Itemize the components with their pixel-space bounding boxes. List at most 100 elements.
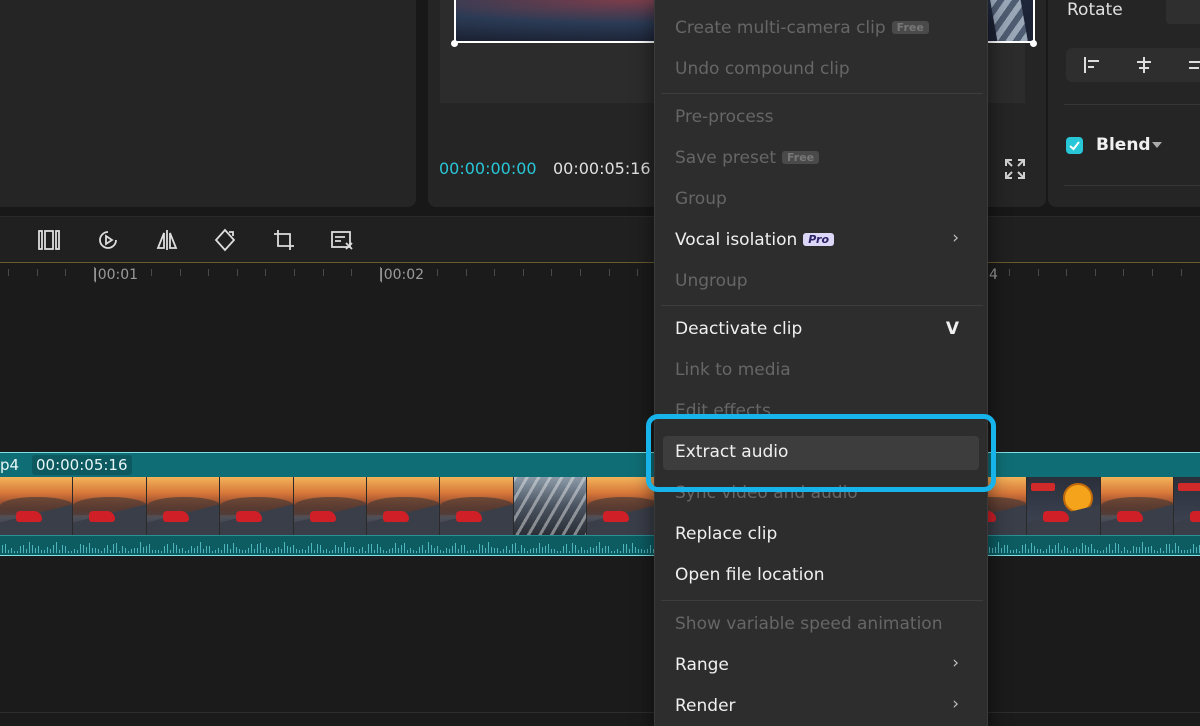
align-toolbar	[1066, 48, 1200, 82]
clip-thumbnail	[1100, 477, 1175, 535]
freeze-frame-icon[interactable]	[37, 228, 61, 252]
ruler-tick	[151, 269, 152, 276]
clip-thumbnail	[220, 477, 294, 535]
menu-item-vocal-isolation[interactable]: Vocal isolation Pro ›	[675, 228, 969, 250]
mirror-icon[interactable]	[155, 228, 179, 252]
ruler-tick	[179, 269, 181, 276]
clip-thumbnail	[587, 477, 661, 535]
menu-item-group[interactable]: Group	[675, 189, 727, 209]
menu-item-label: Create multi-camera clip	[675, 18, 886, 38]
menu-item-pre-process[interactable]: Pre-process	[675, 107, 774, 127]
submenu-arrow-icon: ›	[952, 653, 959, 673]
clip-thumbnail	[0, 477, 74, 535]
ruler-tick	[294, 269, 295, 276]
track-divider	[0, 712, 1200, 713]
pro-badge: Pro	[803, 233, 835, 246]
submenu-arrow-icon: ›	[952, 694, 959, 714]
align-right-icon[interactable]	[1186, 55, 1200, 75]
ruler-tick	[265, 269, 267, 276]
shortcut-key: V	[945, 319, 959, 339]
video-clip[interactable]: p4 00:00:05:16	[0, 452, 1200, 556]
menu-item-save-preset[interactable]: Save preset Free	[675, 148, 820, 168]
clip-thumbnail	[1027, 477, 1101, 535]
menu-item-sync-video-and-audio[interactable]: Sync video and audio	[675, 483, 858, 503]
menu-separator	[661, 600, 983, 601]
clip-thumbnail	[513, 477, 588, 535]
menu-item-label: Show variable speed animation	[675, 614, 943, 634]
ruler-tick	[65, 269, 67, 276]
ruler-tick	[1123, 269, 1125, 276]
rotate-icon[interactable]	[213, 228, 237, 252]
ruler-label: 4	[989, 267, 998, 283]
ruler-label: |00:02	[379, 267, 425, 283]
ruler-tick	[522, 269, 524, 276]
menu-item-ungroup[interactable]: Ungroup	[675, 271, 748, 291]
ruler-tick	[1180, 269, 1182, 276]
ruler-tick	[1066, 269, 1068, 276]
panel-divider	[1064, 185, 1200, 186]
menu-item-link-to-media[interactable]: Link to media	[675, 360, 791, 380]
menu-item-show-variable-speed-animation[interactable]: Show variable speed animation	[675, 614, 942, 634]
resize-handle-bottom-left[interactable]	[451, 40, 458, 47]
ruler-tick	[608, 269, 610, 276]
menu-item-label: Save preset	[675, 148, 776, 168]
remove-background-icon[interactable]	[330, 228, 354, 252]
align-center-icon[interactable]	[1134, 55, 1154, 75]
crop-icon[interactable]	[272, 228, 296, 252]
rotate-input[interactable]	[1166, 0, 1200, 24]
ruler-tick	[465, 269, 467, 276]
menu-item-label: Replace clip	[675, 524, 778, 544]
ruler-tick	[208, 269, 210, 276]
ruler-tick	[1152, 269, 1153, 276]
blend-label: Blend	[1096, 135, 1151, 155]
ruler-tick	[8, 269, 9, 276]
menu-item-create-multi-camera-clip[interactable]: Create multi-camera clip Free	[675, 18, 929, 38]
menu-item-label: Pre-process	[675, 107, 774, 127]
context-menu: Create multi-camera clip Free Undo compou…	[654, 0, 988, 726]
menu-item-render[interactable]: Render ›	[675, 694, 969, 716]
menu-item-label: Sync video and audio	[675, 483, 858, 503]
fullscreen-icon[interactable]	[1004, 158, 1026, 180]
ruler-tick	[551, 269, 553, 276]
menu-item-open-file-location[interactable]: Open file location	[675, 565, 825, 585]
menu-item-replace-clip[interactable]: Replace clip	[675, 524, 777, 544]
free-badge: Free	[781, 151, 820, 164]
menu-item-label: Extract audio	[675, 442, 789, 462]
reverse-icon[interactable]	[96, 228, 120, 252]
panel-divider	[1064, 104, 1200, 105]
ruler-tick	[1037, 269, 1039, 276]
blend-checkbox[interactable]	[1066, 137, 1083, 154]
menu-item-label: Ungroup	[675, 271, 748, 291]
menu-item-label: Edit effects	[675, 401, 771, 421]
preview-stripe	[987, 0, 1029, 41]
ruler-tick	[580, 269, 581, 276]
ruler-tick	[322, 269, 324, 276]
media-panel	[0, 0, 416, 207]
properties-panel: Rotate Blend	[1048, 0, 1200, 207]
ruler-tick	[36, 269, 38, 276]
clip-thumbnail	[146, 477, 221, 535]
menu-separator	[661, 93, 983, 94]
menu-item-label: Render	[675, 696, 736, 716]
clip-thumbnails	[0, 477, 1200, 535]
menu-item-edit-effects[interactable]: Edit effects	[675, 401, 771, 421]
menu-item-label: Open file location	[675, 565, 825, 585]
ruler-tick	[1094, 269, 1096, 276]
menu-item-label: Link to media	[675, 360, 791, 380]
free-badge: Free	[891, 21, 929, 34]
menu-item-label: Group	[675, 189, 727, 209]
menu-item-deactivate-clip[interactable]: Deactivate clip V	[675, 319, 969, 339]
check-icon	[1069, 141, 1080, 151]
menu-item-extract-audio[interactable]: Extract audio	[675, 442, 788, 462]
align-left-icon[interactable]	[1082, 55, 1102, 75]
ruler-tick	[236, 269, 238, 276]
ruler-tick	[437, 269, 438, 276]
menu-item-undo-compound-clip[interactable]: Undo compound clip	[675, 59, 850, 79]
clip-thumbnail	[293, 477, 367, 535]
rotate-label: Rotate	[1067, 0, 1123, 20]
blend-dropdown-caret-icon[interactable]	[1152, 142, 1162, 148]
menu-item-range[interactable]: Range ›	[675, 653, 969, 675]
resize-handle-bottom-right[interactable]	[1030, 40, 1037, 47]
menu-item-label: Deactivate clip	[675, 319, 803, 339]
ruler-tick	[1009, 269, 1010, 276]
